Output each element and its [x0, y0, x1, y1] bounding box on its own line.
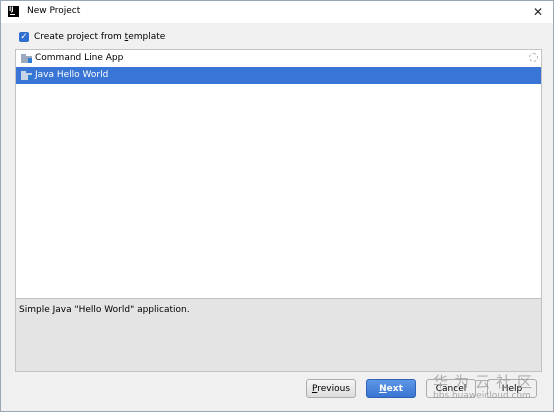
watermark: 华为云社区 bbs.huaweicloud.com	[433, 373, 551, 405]
template-list[interactable]: Command Line App Java Hello World	[15, 49, 542, 299]
new-project-dialog: IJ New Project ✕ ✓ Create project from t…	[0, 0, 554, 412]
title-bar: IJ New Project ✕	[1, 1, 553, 23]
template-item-label: Java Hello World	[35, 70, 109, 80]
next-button[interactable]: Next	[366, 379, 416, 398]
close-icon[interactable]: ✕	[528, 3, 548, 21]
template-description: Simple Java "Hello World" application.	[19, 305, 190, 315]
app-icon-text: IJ	[9, 6, 14, 13]
create-from-template-label[interactable]: Create project from template	[34, 32, 165, 42]
watermark-url: bbs.huaweicloud.com	[433, 391, 531, 401]
window-title: New Project	[27, 6, 81, 16]
template-item-command-line-app[interactable]: Command Line App	[16, 50, 541, 67]
template-item-java-hello-world[interactable]: Java Hello World	[16, 67, 541, 84]
watermark-chinese-text: 华为云社区	[433, 373, 539, 391]
module-folder-icon	[21, 54, 32, 63]
loading-spinner-icon	[529, 53, 538, 62]
template-description-panel: Simple Java "Hello World" application.	[15, 298, 542, 372]
create-from-template-checkbox[interactable]: ✓	[19, 32, 29, 42]
previous-button[interactable]: Previous	[306, 379, 356, 398]
intellij-app-icon: IJ	[8, 6, 19, 17]
module-folder-icon	[21, 71, 32, 80]
template-item-label: Command Line App	[35, 53, 124, 63]
